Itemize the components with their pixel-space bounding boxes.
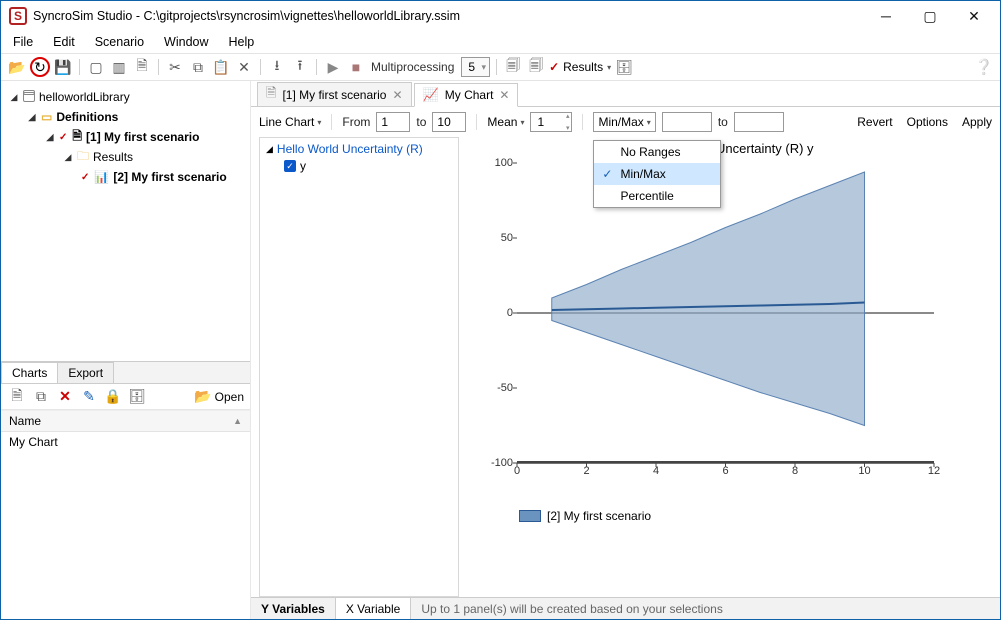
stop-icon[interactable]: ■ [346, 57, 366, 77]
folder-icon: ▭ [41, 110, 52, 124]
menu-edit[interactable]: Edit [43, 31, 85, 53]
sort-icon[interactable]: ▲ [233, 416, 242, 426]
scenario-icon: 🗎 [72, 127, 82, 148]
tree-definitions[interactable]: Definitions [56, 110, 118, 124]
range-to-input[interactable] [734, 112, 784, 132]
multiprocessing-select[interactable]: 5 [461, 57, 490, 77]
chart-list-item[interactable]: My Chart [1, 432, 250, 452]
maximize-button[interactable]: ▢ [908, 2, 952, 30]
doc-tab-doc-icon: 🗎 [266, 84, 276, 106]
y-variables-panel: ◢ Hello World Uncertainty (R) ✓ y [259, 137, 459, 597]
window-title: SyncroSim Studio - C:\gitprojects\rsyncr… [33, 9, 864, 23]
clone2-icon[interactable]: 🗐 [526, 57, 546, 77]
chart-type-dropdown[interactable]: Line Chart▾ [259, 115, 321, 129]
close-button[interactable]: ✕ [952, 2, 996, 30]
tab-close-icon[interactable]: ✕ [392, 88, 402, 102]
range-option-percentile[interactable]: Percentile [594, 185, 720, 207]
import-icon[interactable]: ⭳ [267, 57, 287, 77]
new-chart-icon[interactable]: 🗎 [7, 387, 27, 407]
clone-icon[interactable]: 🗐 [503, 57, 523, 77]
doc-tab-chart[interactable]: 📈 My Chart ✕ [414, 83, 519, 107]
app-icon: S [9, 7, 27, 25]
document-icon[interactable]: 🗎 [132, 57, 152, 77]
stat-n-spinner[interactable]: 1 [530, 112, 572, 132]
range-to-label: to [718, 115, 728, 129]
help-icon[interactable]: ❔ [974, 57, 994, 77]
menu-window[interactable]: Window [154, 31, 218, 53]
tree-library[interactable]: helloworldLibrary [39, 90, 130, 104]
copy-chart-icon[interactable]: ⧉ [31, 387, 51, 407]
chart-legend: [2] My first scenario [519, 509, 992, 523]
legend-swatch [519, 510, 541, 522]
results-dropdown[interactable]: ✓Results▾ [549, 60, 611, 74]
copy-icon[interactable]: ⧉ [188, 57, 208, 77]
menu-bar: File Edit Scenario Window Help [1, 31, 1000, 53]
new-window-icon[interactable]: ▥ [109, 57, 129, 77]
charts-list-header[interactable]: Name ▲ [1, 411, 250, 432]
minimize-button[interactable]: ─ [864, 2, 908, 30]
document-tabstrip: 🗎 [1] My first scenario ✕ 📈 My Chart ✕ [251, 81, 1000, 107]
db-chart-icon[interactable]: 🗄 [127, 387, 147, 407]
cut-icon[interactable]: ✂ [165, 57, 185, 77]
revert-button[interactable]: Revert [857, 115, 892, 129]
to-input[interactable] [432, 112, 466, 132]
open-folder-icon[interactable]: 📂 [7, 57, 27, 77]
to-label: to [416, 115, 426, 129]
title-bar: S SyncroSim Studio - C:\gitprojects\rsyn… [1, 1, 1000, 31]
library-icon [23, 92, 35, 102]
edit-chart-icon[interactable]: ✎ [79, 387, 99, 407]
range-from-input[interactable] [662, 112, 712, 132]
range-option-noranges[interactable]: No Ranges [594, 141, 720, 163]
options-button[interactable]: Options [907, 115, 948, 129]
menu-file[interactable]: File [3, 31, 43, 53]
stat-dropdown[interactable]: Mean▾ [487, 115, 524, 129]
chart-area: Hello World Uncertainty (R) y -100-50050… [465, 137, 1000, 597]
save-icon[interactable]: 💾 [53, 57, 73, 77]
range-mode-dropdown[interactable]: Min/Max▾ [593, 112, 655, 132]
tab-y-variables[interactable]: Y Variables [251, 598, 336, 619]
db-settings-icon[interactable]: 🗄 [614, 57, 634, 77]
panel-hint: Up to 1 panel(s) will be created based o… [411, 598, 1000, 619]
apply-button[interactable]: Apply [962, 115, 992, 129]
range-option-minmax[interactable]: ✓Min/Max [594, 163, 720, 185]
folder-icon: 🗀 [77, 147, 89, 168]
menu-scenario[interactable]: Scenario [85, 31, 154, 53]
from-label: From [342, 115, 370, 129]
library-tree[interactable]: ◢ helloworldLibrary ◢ ▭ Definitions ◢ ✓ … [1, 81, 250, 361]
chart-result-icon: 📊 [94, 170, 109, 184]
doc-tab-chart-icon: 📈 [423, 87, 439, 103]
delete-chart-icon[interactable]: ✕ [55, 387, 75, 407]
tree-scenario-2[interactable]: [2] My first scenario [113, 170, 226, 184]
export-icon[interactable]: ⭱ [290, 57, 310, 77]
tab-export[interactable]: Export [57, 362, 114, 383]
multiprocessing-label: Multiprocessing [371, 60, 454, 74]
chart-toolbar: Line Chart▾ From to Mean▾ 1 Min/Max▾ No … [251, 107, 1000, 137]
tree-results-folder[interactable]: Results [93, 150, 133, 164]
paste-icon[interactable]: 📋 [211, 57, 231, 77]
new-lib-icon[interactable]: ▢ [86, 57, 106, 77]
delete-icon[interactable]: ✕ [234, 57, 254, 77]
tab-charts[interactable]: Charts [1, 362, 58, 383]
tab-close-icon[interactable]: ✕ [499, 88, 509, 102]
chart-title: Hello World Uncertainty (R) y [467, 141, 992, 159]
main-toolbar: 📂 ↻ 💾 ▢ ▥ 🗎 ✂ ⧉ 📋 ✕ ⭳ ⭱ ▶ ■ Multiprocess… [1, 53, 1000, 81]
charts-panel: Charts Export 🗎 ⧉ ✕ ✎ 🔒 🗄 📂Open Name ▲ M… [1, 361, 250, 619]
from-input[interactable] [376, 112, 410, 132]
lock-chart-icon[interactable]: 🔒 [103, 387, 123, 407]
doc-tab-scenario[interactable]: 🗎 [1] My first scenario ✕ [257, 82, 412, 106]
menu-help[interactable]: Help [219, 31, 265, 53]
open-chart-button[interactable]: 📂Open [194, 388, 244, 405]
tree-scenario-1[interactable]: [1] My first scenario [86, 130, 199, 144]
checkbox-icon[interactable]: ✓ [284, 160, 296, 172]
range-mode-popup: No Ranges ✓Min/Max Percentile [593, 140, 721, 208]
yvar-item[interactable]: ✓ y [266, 159, 452, 173]
refresh-icon[interactable]: ↻ [30, 57, 50, 77]
yvar-group[interactable]: ◢ Hello World Uncertainty (R) [266, 142, 452, 156]
run-icon[interactable]: ▶ [323, 57, 343, 77]
chart-bottom-tabs: Y Variables X Variable Up to 1 panel(s) … [251, 597, 1000, 619]
tab-x-variable[interactable]: X Variable [336, 598, 411, 619]
